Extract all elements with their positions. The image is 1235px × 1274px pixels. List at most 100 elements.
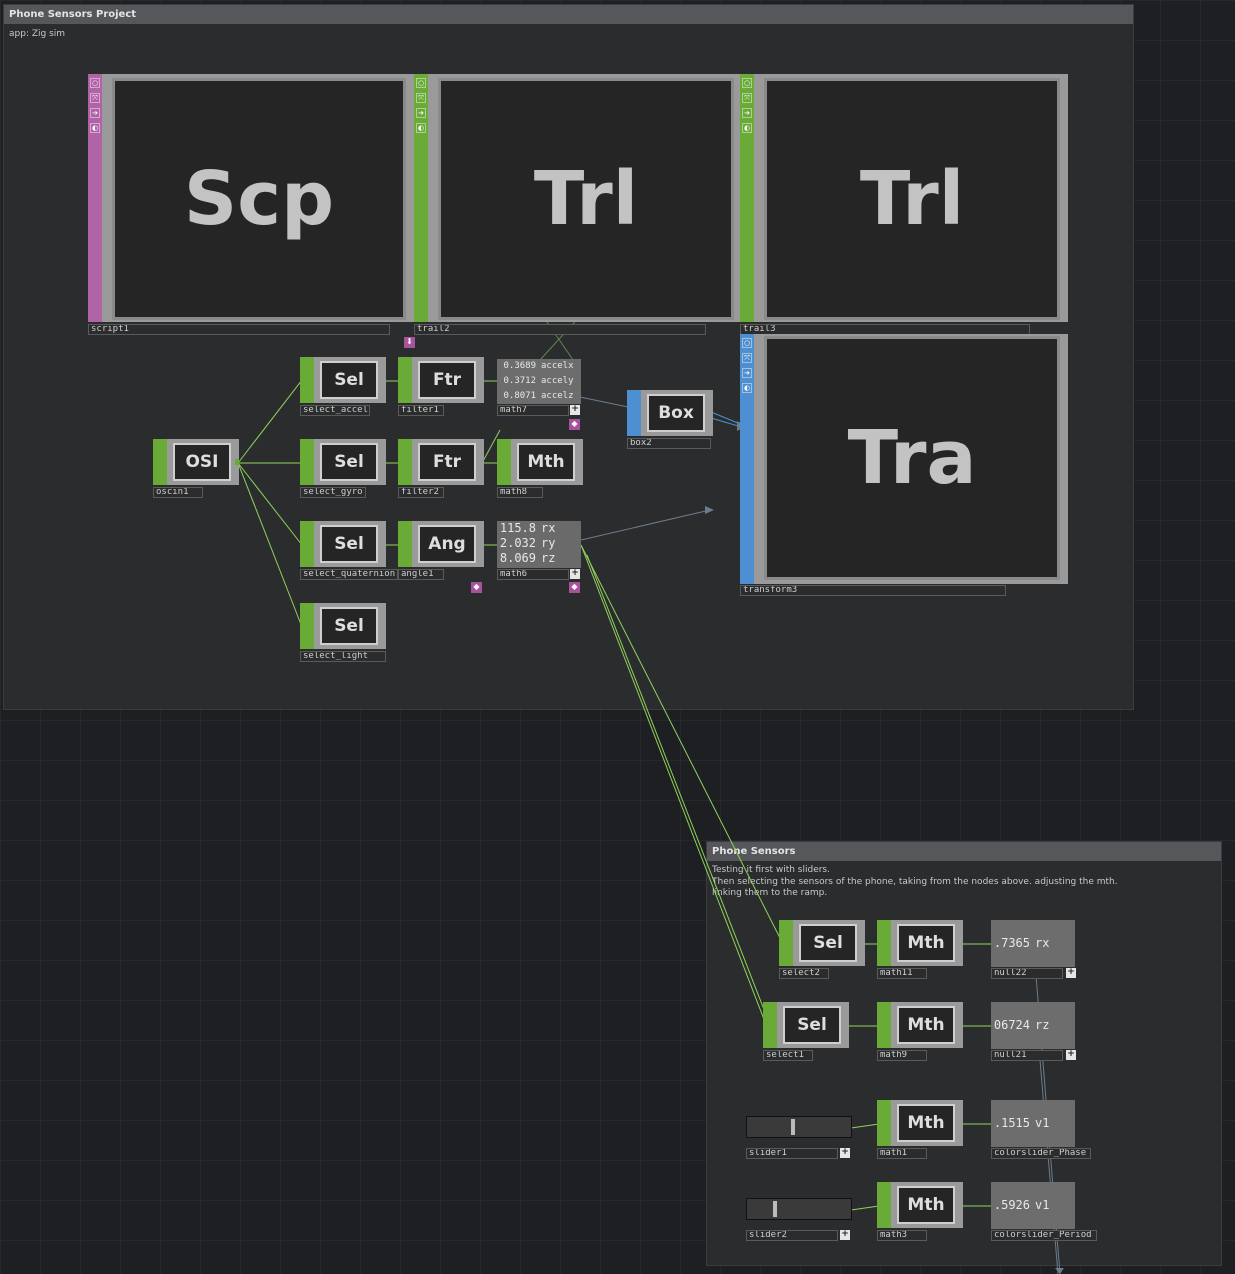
node-trail3[interactable]: ○ ⤧ ➔ ◐ Trl trail3 — [740, 74, 1068, 335]
node-label[interactable]: slider2 — [746, 1230, 838, 1241]
output-port[interactable] — [235, 459, 239, 465]
node-null21[interactable]: 06724 rz null21 + — [991, 1002, 1077, 1061]
node-select2[interactable]: Sel select2 — [779, 920, 865, 979]
node-label[interactable]: slider1 — [746, 1148, 838, 1159]
node-filter1[interactable]: Ftr filter1 — [398, 357, 484, 416]
plus-icon[interactable]: + — [570, 405, 580, 415]
node-glyph: Sel — [783, 1006, 841, 1044]
bypass-icon[interactable]: ⤧ — [90, 93, 100, 103]
node-label[interactable]: math7 — [497, 405, 569, 416]
clone-icon[interactable]: ○ — [742, 338, 752, 348]
channel-name: ry — [541, 536, 556, 550]
channel-value: 115.8 — [499, 521, 536, 535]
node-label[interactable]: select_gyro — [300, 487, 366, 498]
node-colorslider-phase[interactable]: .1515 v1 colorslider_Phase — [991, 1100, 1095, 1159]
dock-icon[interactable]: ◆ — [569, 582, 580, 593]
node-select-light[interactable]: Sel select_light — [300, 603, 386, 662]
node-select-accel[interactable]: Sel select_accel — [300, 357, 386, 416]
clone-icon[interactable]: ○ — [742, 78, 752, 88]
viewer-icon[interactable]: ◐ — [416, 123, 426, 133]
dock-icon[interactable]: ⬇ — [404, 337, 415, 348]
node-angle1[interactable]: Ang angle1 — [398, 521, 484, 580]
viewer-icon[interactable]: ◐ — [742, 123, 752, 133]
viewer-icon[interactable]: ◐ — [90, 123, 100, 133]
node-transform3[interactable]: ○ ⤧ ➔ ◐ Tra transform3 — [740, 334, 1068, 596]
node-trail2[interactable]: ○ ⤧ ➔ ◐ Trl trail2 — [414, 74, 740, 335]
plus-icon[interactable]: + — [570, 569, 580, 579]
node-box2[interactable]: Box box2 — [627, 390, 713, 449]
node-label[interactable]: select_quaternion — [300, 569, 398, 580]
node-label[interactable]: math11 — [877, 968, 927, 979]
node-math6[interactable]: 115.8 rx 2.032 ry 8.069 rz math6 + — [497, 521, 583, 580]
node-null22[interactable]: .7365 rx null22 + — [991, 920, 1077, 979]
node-glyph: OSI — [173, 443, 231, 481]
node-math1[interactable]: Mth math1 — [877, 1100, 963, 1159]
node-select-quaternion[interactable]: Sel select_quaternion — [300, 521, 400, 580]
node-label[interactable]: box2 — [627, 438, 711, 449]
bypass-icon[interactable]: ⤧ — [742, 93, 752, 103]
node-label[interactable]: select1 — [763, 1050, 813, 1061]
node-math7[interactable]: 0.3689 accelx 0.3712 accely 0.8071 accelz m… — [497, 357, 583, 416]
node-viewer: Trl — [438, 78, 734, 320]
channel-name: v1 — [1035, 1116, 1050, 1130]
node-label[interactable]: math6 — [497, 569, 569, 580]
plus-icon[interactable]: + — [1066, 968, 1076, 978]
plus-icon[interactable]: + — [840, 1148, 850, 1158]
node-label[interactable]: math1 — [877, 1148, 927, 1159]
node-label[interactable]: filter1 — [398, 405, 444, 416]
node-label[interactable]: filter2 — [398, 487, 444, 498]
node-glyph: Sel — [320, 525, 378, 563]
plus-icon[interactable]: + — [1066, 1050, 1076, 1060]
clone-icon[interactable]: ○ — [416, 78, 426, 88]
annotation-text: app: Zig sim — [9, 29, 66, 39]
lock-icon[interactable]: ➔ — [90, 108, 100, 118]
node-colorslider-period[interactable]: .5926 v1 colorslider_Period — [991, 1182, 1099, 1241]
dock-icon[interactable]: ◆ — [471, 582, 482, 593]
node-label[interactable]: transform3 — [740, 585, 1006, 596]
node-slider1[interactable]: slider1 + — [746, 1108, 852, 1160]
annotation-title[interactable]: Phone Sensors Project — [4, 5, 1133, 24]
node-label[interactable]: script1 — [88, 324, 390, 335]
node-label[interactable]: select_accel — [300, 405, 370, 416]
node-glyph: Mth — [897, 1006, 955, 1044]
node-label[interactable]: math3 — [877, 1230, 927, 1241]
slider-knob[interactable] — [773, 1201, 777, 1217]
channel-row: 0.8071 accelz — [497, 389, 581, 404]
lock-icon[interactable]: ➔ — [742, 108, 752, 118]
node-label[interactable]: math9 — [877, 1050, 927, 1061]
node-select-gyro[interactable]: Sel select_gyro — [300, 439, 386, 498]
bypass-icon[interactable]: ⤧ — [416, 93, 426, 103]
node-filter2[interactable]: Ftr filter2 — [398, 439, 484, 498]
slider-track[interactable] — [746, 1116, 852, 1138]
node-math9[interactable]: Mth math9 — [877, 1002, 963, 1061]
lock-icon[interactable]: ➔ — [416, 108, 426, 118]
node-label[interactable]: angle1 — [398, 569, 444, 580]
dock-icon[interactable]: ◆ — [569, 419, 580, 430]
bypass-icon[interactable]: ⤧ — [742, 353, 752, 363]
plus-icon[interactable]: + — [840, 1230, 850, 1240]
node-label[interactable]: trail2 — [414, 324, 706, 335]
node-script1[interactable]: ○ ⤧ ➔ ◐ Scp script1 — [88, 74, 414, 335]
node-label[interactable]: math8 — [497, 487, 543, 498]
node-math8[interactable]: Mth math8 — [497, 439, 583, 498]
lock-icon[interactable]: ➔ — [742, 368, 752, 378]
node-select1[interactable]: Sel select1 — [763, 1002, 849, 1061]
node-label[interactable]: null21 — [991, 1050, 1063, 1061]
node-math11[interactable]: Mth math11 — [877, 920, 963, 979]
node-label[interactable]: colorslider_Period — [991, 1230, 1097, 1241]
node-label[interactable]: oscin1 — [153, 487, 203, 498]
node-label[interactable]: null22 — [991, 968, 1063, 979]
node-label[interactable]: select2 — [779, 968, 829, 979]
channel-value: 0.8071 — [503, 391, 536, 401]
slider-knob[interactable] — [790, 1119, 795, 1135]
clone-icon[interactable]: ○ — [90, 78, 100, 88]
node-label[interactable]: colorslider_Phase — [991, 1148, 1091, 1159]
node-math3[interactable]: Mth math3 — [877, 1182, 963, 1241]
channel-values: 115.8 rx 2.032 ry 8.069 rz — [497, 521, 581, 568]
slider-track[interactable] — [746, 1198, 852, 1220]
node-label[interactable]: select_light — [300, 651, 386, 662]
node-oscin1[interactable]: OSI oscin1 — [153, 439, 239, 498]
node-slider2[interactable]: slider2 + — [746, 1190, 852, 1242]
viewer-icon[interactable]: ◐ — [742, 383, 752, 393]
annotation-title[interactable]: Phone Sensors — [707, 842, 1221, 861]
